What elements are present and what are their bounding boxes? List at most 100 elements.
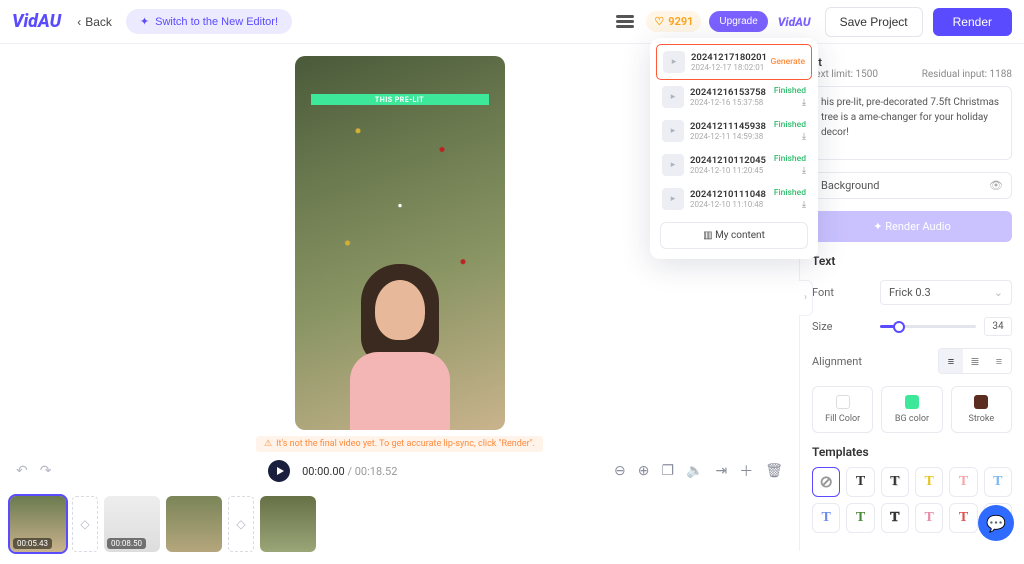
switch-editor-button[interactable]: ✦ Switch to the New Editor!	[126, 9, 292, 34]
video-preview[interactable]: THIS PRE-LIT	[295, 56, 505, 430]
history-timestamp: 2024-12-17 18:02:01	[691, 63, 765, 72]
delete-button[interactable]: 🗑	[765, 463, 783, 479]
history-timestamp: 2024-12-10 11:20:45	[690, 166, 768, 175]
alignment-group: ≡ ≣ ≡	[938, 348, 1012, 374]
clip-4[interactable]	[260, 496, 316, 552]
transition-1[interactable]: ◇	[72, 496, 98, 552]
chevron-left-icon: ‹	[77, 15, 81, 29]
transition-2[interactable]: ◇	[228, 496, 254, 552]
folder-icon: ▥	[703, 230, 715, 241]
font-value: Frick 0.3	[889, 286, 931, 299]
align-right-button[interactable]: ≡	[987, 349, 1011, 373]
redo-button[interactable]: ↷	[40, 463, 52, 479]
stroke-color-swatch[interactable]: Stroke	[951, 386, 1012, 433]
fill-color-box	[836, 395, 850, 409]
copy-button[interactable]: ❐	[661, 463, 674, 479]
history-item[interactable]: ▸ 20241210111048 2024-12-10 11:10:48 Fin…	[656, 182, 812, 216]
fill-color-swatch[interactable]: Fill Color	[812, 386, 873, 433]
list-icon[interactable]	[616, 15, 634, 29]
download-icon[interactable]: ⤓	[802, 132, 806, 142]
history-status: Finished	[774, 120, 806, 130]
history-item[interactable]: ▸ 20241216153758 2024-12-16 15:37:58 Fin…	[656, 80, 812, 114]
zoom-out-button[interactable]: ⊖	[614, 463, 626, 479]
template-item[interactable]: T	[881, 467, 909, 497]
zoom-in-button[interactable]: ⊕	[638, 463, 650, 479]
current-time: 00:00.00	[302, 465, 345, 478]
size-slider[interactable]	[880, 325, 976, 328]
chevron-down-icon: ⌄	[994, 286, 1003, 299]
history-id: 20241217180201	[691, 52, 765, 63]
save-project-button[interactable]: Save Project	[825, 7, 923, 37]
properties-sidebar: pt text limit: 1500 Residual input: 1188…	[800, 44, 1024, 533]
clip-3[interactable]	[166, 496, 222, 552]
template-item[interactable]: T	[984, 467, 1012, 497]
play-icon: ▸	[663, 51, 685, 73]
script-textarea[interactable]: his pre-lit, pre-decorated 7.5ft Christm…	[812, 86, 1012, 160]
background-row[interactable]: Background 👁	[812, 172, 1012, 199]
download-icon[interactable]: ⤓	[802, 98, 806, 108]
history-item[interactable]: ▸ 20241217180201 2024-12-17 18:02:01 Gen…	[656, 44, 812, 80]
render-warning: It's not the final video yet. To get acc…	[256, 436, 543, 452]
credits-value: 9291	[668, 15, 693, 28]
template-item[interactable]: T	[881, 503, 909, 533]
collapse-sidebar-button[interactable]: ›	[799, 280, 813, 316]
clip-duration: 00:08.50	[107, 538, 146, 549]
history-item[interactable]: ▸ 20241211145938 2024-12-11 14:59:38 Fin…	[656, 114, 812, 148]
font-select[interactable]: Frick 0.3 ⌄	[880, 280, 1012, 305]
font-label: Font	[812, 286, 834, 299]
upgrade-button[interactable]: Upgrade	[709, 11, 767, 32]
export-icon[interactable]: ⇥	[715, 463, 727, 479]
history-status: Generate	[771, 57, 805, 67]
timeline: 00:05.43 ◇ 00:08.50 ◇	[0, 490, 799, 564]
templates-heading: Templates	[812, 445, 1012, 459]
history-status: Finished	[774, 86, 806, 96]
render-audio-button[interactable]: ✦ Render Audio	[812, 211, 1012, 242]
heart-icon: ♡	[654, 15, 664, 28]
history-status: Finished	[774, 154, 806, 164]
add-button[interactable]: ＋	[739, 461, 753, 481]
undo-button[interactable]: ↶	[16, 463, 28, 479]
back-button[interactable]: ‹ Back	[77, 15, 112, 29]
template-item[interactable]: T	[915, 503, 943, 533]
bg-color-swatch[interactable]: BG color	[881, 386, 942, 433]
volume-icon[interactable]: 🔈	[686, 463, 703, 479]
play-button[interactable]	[268, 460, 290, 482]
chat-button[interactable]: 💬	[978, 505, 1014, 541]
eye-icon[interactable]: 👁	[989, 179, 1003, 192]
chat-icon: 💬	[986, 514, 1006, 533]
text-limit: text limit: 1500	[812, 69, 878, 80]
history-timestamp: 2024-12-11 14:59:38	[690, 132, 768, 141]
credits-badge[interactable]: ♡ 9291	[646, 11, 701, 32]
my-content-button[interactable]: ▥ My content	[660, 222, 808, 249]
history-timestamp: 2024-12-10 11:10:48	[690, 200, 768, 209]
template-item[interactable]: T	[812, 503, 840, 533]
history-item[interactable]: ▸ 20241210112045 2024-12-10 11:20:45 Fin…	[656, 148, 812, 182]
align-left-button[interactable]: ≡	[939, 349, 963, 373]
clip-1[interactable]: 00:05.43	[10, 496, 66, 552]
template-item[interactable]: T	[846, 467, 874, 497]
history-id: 20241216153758	[690, 87, 768, 98]
sparkle-icon: ✦	[873, 220, 885, 233]
render-button[interactable]: Render	[933, 8, 1012, 36]
size-value[interactable]: 34	[984, 317, 1012, 336]
download-icon[interactable]: ⤓	[802, 200, 806, 210]
template-item[interactable]: T	[846, 503, 874, 533]
size-label: Size	[812, 320, 832, 333]
play-icon: ▸	[662, 154, 684, 176]
align-center-button[interactable]: ≣	[963, 349, 987, 373]
template-item[interactable]: T	[949, 467, 977, 497]
text-section-heading: Text	[812, 254, 1012, 268]
template-item[interactable]: T	[915, 467, 943, 497]
history-timestamp: 2024-12-16 15:37:58	[690, 98, 768, 107]
playback-controls: ↶ ↷ 00:00.00 / 00:18.52 ⊖ ⊕ ❐ 🔈 ⇥ ＋ 🗑	[0, 452, 799, 490]
download-icon[interactable]: ⤓	[802, 166, 806, 176]
residual-input: Residual input: 1188	[922, 69, 1012, 80]
play-icon: ▸	[662, 120, 684, 142]
template-item[interactable]: T	[949, 503, 977, 533]
switch-editor-label: Switch to the New Editor!	[155, 16, 278, 28]
clip-2[interactable]: 00:08.50	[104, 496, 160, 552]
stroke-color-box	[974, 395, 988, 409]
template-none[interactable]: ⊘	[812, 467, 840, 497]
caption-overlay: THIS PRE-LIT	[311, 94, 489, 105]
history-id: 20241210112045	[690, 155, 768, 166]
